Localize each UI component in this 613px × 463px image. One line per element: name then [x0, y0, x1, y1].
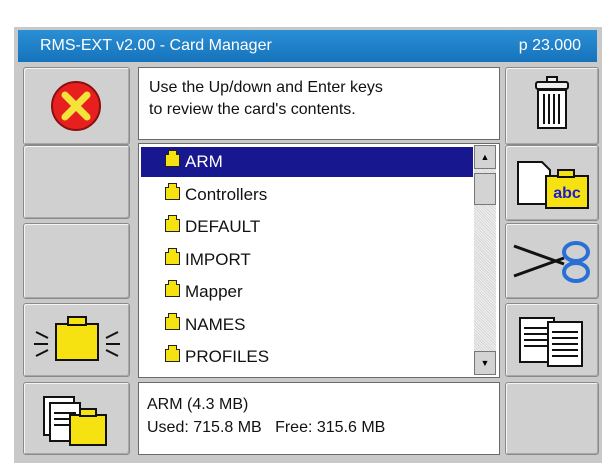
card-contents-list[interactable]: ARM Controllers DEFAULT IMPORT Mapper NA… [138, 143, 500, 378]
list-item-label: Controllers [185, 185, 268, 204]
blank-button-2[interactable] [23, 223, 130, 299]
folder-icon [165, 313, 180, 330]
cancel-x-icon [51, 81, 101, 131]
list-item[interactable]: DEFAULT [141, 212, 473, 242]
cancel-button[interactable] [23, 67, 130, 145]
list-scrollbar[interactable]: ▲ ▼ [474, 145, 496, 375]
folder-icon [165, 280, 180, 297]
window-title: RMS-EXT v2.00 - Card Manager [40, 37, 272, 54]
copy-folder-icon [43, 396, 107, 446]
list-item-label: ARM [185, 152, 223, 171]
blank-button-right[interactable] [505, 382, 599, 455]
list-item-label: Mapper [185, 282, 243, 301]
trash-icon [535, 76, 569, 129]
list-item-label: PROFILES [185, 347, 270, 366]
list-item[interactable]: PROFILES [141, 342, 473, 372]
selection-size: ARM (4.3 MB) [147, 396, 249, 413]
scroll-down-button[interactable]: ▼ [474, 351, 496, 375]
status-panel: ARM (4.3 MB) Used: 715.8 MB Free: 315.6 … [138, 382, 500, 455]
open-folder-button[interactable] [23, 303, 130, 377]
scroll-thumb[interactable] [474, 173, 496, 205]
copy-folder-button[interactable] [23, 382, 130, 455]
list-item[interactable]: Mapper [141, 277, 473, 307]
folder-icon [165, 150, 180, 167]
instruction-line-1: Use the Up/down and Enter keys [149, 79, 383, 96]
card-usage: Used: 715.8 MB Free: 315.6 MB [147, 419, 386, 436]
instruction-panel: Use the Up/down and Enter keys to review… [138, 67, 500, 140]
list-item-label: IMPORT [185, 250, 251, 269]
list-item-label: NAMES [185, 315, 246, 334]
folder-icon [165, 345, 180, 362]
list-item[interactable]: ARM [141, 147, 473, 177]
title-bar: RMS-EXT v2.00 - Card Manager p 23.000 [18, 30, 597, 62]
copy-button[interactable] [505, 303, 599, 377]
scroll-up-button[interactable]: ▲ [474, 145, 496, 169]
folder-icon [165, 215, 180, 232]
list-item[interactable]: Controllers [141, 180, 473, 210]
list-item[interactable]: IMPORT [141, 245, 473, 275]
list-item[interactable]: NAMES [141, 310, 473, 340]
scissors-icon [513, 241, 590, 283]
page-number: p 23.000 [518, 37, 581, 54]
svg-text:abc: abc [553, 185, 581, 202]
rename-button[interactable]: abc [505, 145, 599, 221]
blank-button-1[interactable] [23, 145, 130, 219]
delete-button[interactable] [505, 67, 599, 145]
instruction-line-2: to review the card's contents. [149, 101, 356, 118]
list-item-label: DEFAULT [185, 217, 261, 236]
cut-button[interactable] [505, 223, 599, 299]
open-folder-icon [34, 316, 120, 361]
folder-icon [165, 183, 180, 200]
rename-abc-icon: abc [517, 161, 589, 209]
folder-icon [165, 248, 180, 265]
copy-docs-icon [519, 317, 583, 367]
